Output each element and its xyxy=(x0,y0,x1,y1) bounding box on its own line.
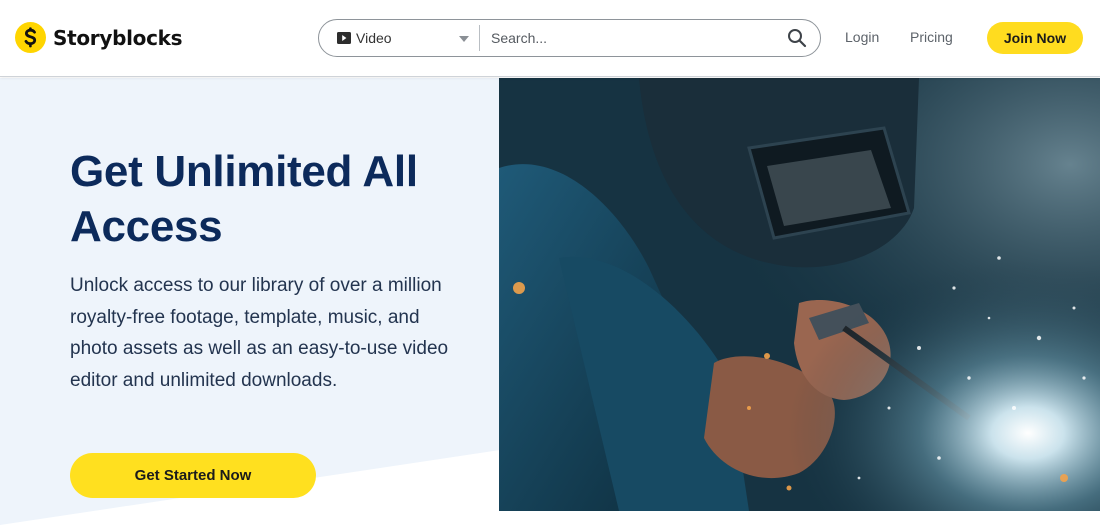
brand-name: Storyblocks xyxy=(53,25,183,50)
video-play-icon xyxy=(337,32,351,44)
storyblocks-logo[interactable]: Storyblocks xyxy=(15,22,183,53)
pricing-link[interactable]: Pricing xyxy=(910,29,953,45)
hero-heading: Get Unlimited All Access xyxy=(70,147,418,251)
site-header: Storyblocks Video Login Pricing Join Now xyxy=(0,0,1100,77)
media-type-dropdown[interactable]: Video xyxy=(319,20,479,56)
chevron-down-icon xyxy=(459,36,469,42)
login-link[interactable]: Login xyxy=(845,29,879,45)
search-input[interactable] xyxy=(480,20,774,56)
hero-description: Unlock access to our library of over a m… xyxy=(70,275,449,391)
join-now-button[interactable]: Join Now xyxy=(987,22,1083,54)
get-started-button[interactable]: Get Started Now xyxy=(70,453,316,498)
hero-section: Get Unlimited All Access Unlock access t… xyxy=(0,78,1100,525)
storyblocks-logo-icon xyxy=(15,22,46,53)
search-bar: Video xyxy=(318,19,821,57)
hero-welder-image xyxy=(499,78,1100,511)
search-icon xyxy=(788,29,807,48)
search-button[interactable] xyxy=(774,20,820,56)
media-type-label: Video xyxy=(356,30,392,46)
